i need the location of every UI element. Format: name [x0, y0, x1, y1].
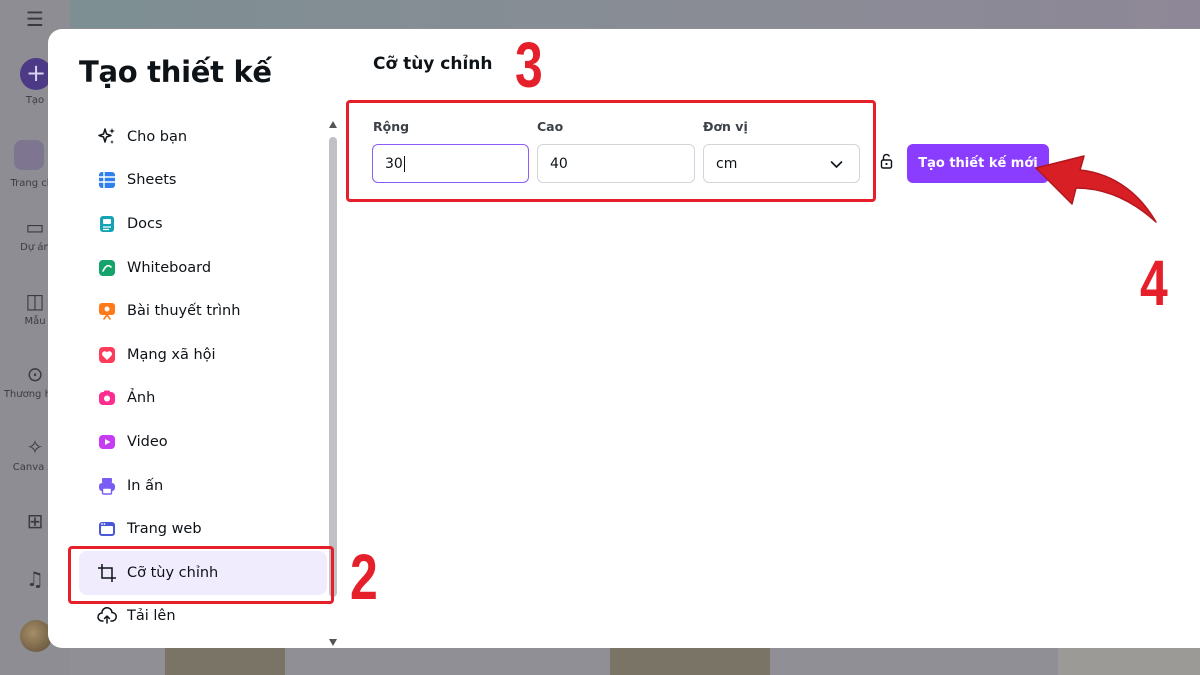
nav-item-website[interactable]: Trang web — [79, 507, 327, 551]
heart-icon — [97, 345, 117, 365]
background-thumbnail — [165, 645, 285, 675]
nav-label: In ấn — [127, 477, 164, 494]
nav-item-presentation[interactable]: Bài thuyết trình — [79, 289, 327, 333]
scroll-thumb[interactable] — [329, 137, 337, 597]
nav-item-sheets[interactable]: Sheets — [79, 159, 327, 203]
nav-item-photo[interactable]: Ảnh — [79, 377, 327, 421]
video-icon — [97, 432, 117, 452]
background-thumbnail — [610, 645, 770, 675]
background-thumbnail — [1058, 645, 1200, 675]
step-number-4: 4 — [1140, 247, 1168, 319]
nav-item-for-you[interactable]: Cho bạn — [79, 115, 327, 159]
nav-label: Ảnh — [127, 390, 156, 407]
sheets-icon — [97, 170, 117, 190]
docs-icon — [97, 214, 117, 234]
custom-size-title: Cỡ tùy chỉnh — [373, 54, 493, 74]
whiteboard-icon — [97, 258, 117, 278]
create-new-design-button[interactable]: Tạo thiết kế mới — [907, 144, 1049, 183]
home-icon[interactable] — [14, 140, 44, 170]
nav-label: Tải lên — [127, 608, 176, 625]
highlight-box-custom-size — [68, 546, 334, 604]
highlight-box-size-fields — [346, 100, 876, 202]
website-icon — [97, 519, 117, 539]
nav-item-docs[interactable]: Docs — [79, 202, 327, 246]
camera-icon — [97, 388, 117, 408]
step-number-2: 2 — [350, 541, 378, 613]
nav-item-print[interactable]: In ấn — [79, 464, 327, 508]
background-topbar — [70, 0, 1200, 28]
upload-icon — [97, 606, 117, 626]
scroll-up-icon[interactable] — [329, 121, 337, 128]
nav-label: Cho bạn — [127, 128, 188, 145]
scroll-down-icon[interactable] — [329, 639, 337, 646]
nav-item-social[interactable]: Mạng xã hội — [79, 333, 327, 377]
printer-icon — [97, 476, 117, 496]
nav-label: Sheets — [127, 172, 177, 189]
nav-label: Docs — [127, 215, 163, 232]
nav-item-whiteboard[interactable]: Whiteboard — [79, 246, 327, 290]
lock-aspect-icon[interactable] — [880, 153, 893, 173]
modal-title: Tạo thiết kế — [79, 55, 272, 89]
presentation-icon — [97, 301, 117, 321]
sparkle-icon — [97, 127, 117, 147]
step-number-3: 3 — [515, 29, 543, 101]
nav-item-video[interactable]: Video — [79, 420, 327, 464]
nav-label: Mạng xã hội — [127, 346, 216, 363]
nav-label: Whiteboard — [127, 259, 212, 276]
nav-label: Trang web — [127, 521, 202, 538]
nav-label: Video — [127, 433, 168, 450]
red-arrow-icon — [1035, 155, 1157, 223]
nav-label: Bài thuyết trình — [127, 303, 241, 320]
